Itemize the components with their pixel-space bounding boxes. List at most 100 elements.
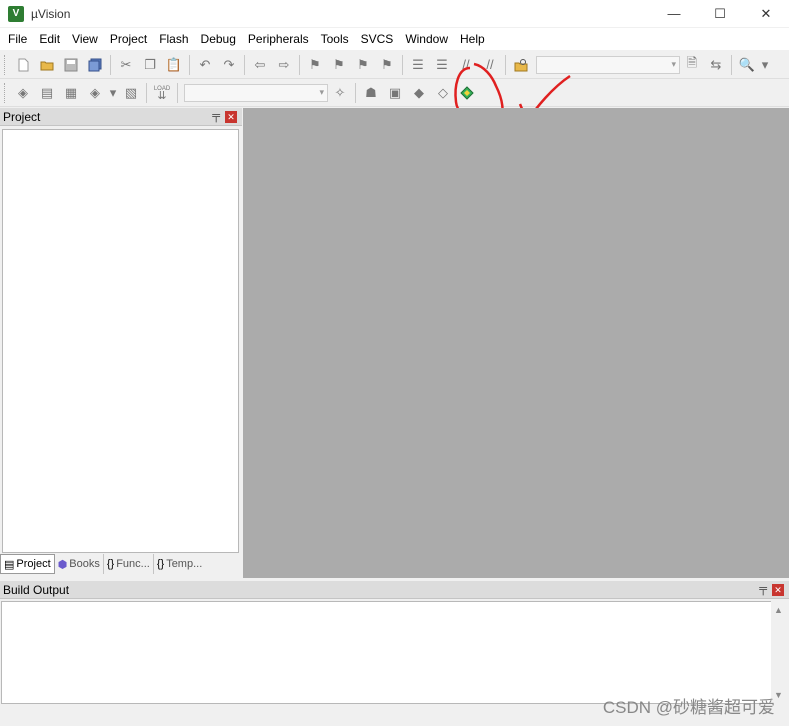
stop-build-icon[interactable]: ▧ [120,82,142,104]
project-tree[interactable] [2,129,239,553]
zoom-icon[interactable]: 🔍 [736,54,758,76]
translate-icon[interactable]: ◈ [12,82,34,104]
bookmark-icon[interactable]: ⚑ [304,54,326,76]
indent-icon[interactable]: ☰ [407,54,429,76]
build-output-text[interactable] [1,601,772,704]
find-document-icon[interactable]: 🗎 [681,54,703,76]
toolbar-separator [505,54,506,75]
comment-icon[interactable]: // [455,54,477,76]
toolbar-grip[interactable] [4,54,8,75]
build-output-pane: Build Output ╤ ✕ ▲ ▼ CSDN @砂糖酱超可爱 [0,581,789,726]
toolbar-separator [402,54,403,75]
pack-installer-icon[interactable]: ◆ [408,82,430,104]
find-in-files-icon[interactable] [510,54,532,76]
window-controls: — ☐ ✕ [651,0,789,27]
undo-icon[interactable]: ↶ [194,54,216,76]
find-replace-icon[interactable]: ⇆ [705,54,727,76]
menu-bar: File Edit View Project Flash Debug Perip… [0,28,789,50]
save-all-icon[interactable] [84,54,106,76]
nav-back-icon[interactable]: ⇦ [249,54,271,76]
toolbar-separator [299,54,300,75]
build-output-close-icon[interactable]: ✕ [772,584,784,596]
menu-file[interactable]: File [2,29,33,49]
menu-debug[interactable]: Debug [195,29,242,49]
menu-project[interactable]: Project [104,29,153,49]
cut-icon[interactable]: ✂ [115,54,137,76]
menu-edit[interactable]: Edit [33,29,66,49]
download-icon[interactable]: LOAD ⇊ [151,82,173,104]
project-pane: Project ╤ ✕ ▤ Project ⬢ Books {} Func...… [0,108,242,578]
editor-area[interactable] [243,108,789,578]
scroll-up-icon[interactable]: ▲ [774,605,783,615]
rebuild-icon[interactable]: ▦ [60,82,82,104]
chevron-down-icon: ▾ [671,59,676,69]
minimize-button[interactable]: — [651,0,697,27]
toolbar-separator [189,54,190,75]
paste-icon[interactable]: 📋 [163,54,185,76]
toolbar-separator [244,54,245,75]
chevron-down-icon: ▾ [319,87,324,97]
close-button[interactable]: ✕ [743,0,789,27]
toolbar-grip[interactable] [4,82,8,103]
templates-tab-icon: {} [156,558,165,570]
file-toolbar: ✂ ❐ 📋 ↶ ↷ ⇦ ⇨ ⚑ ⚑ ⚑ ⚑ ☰ ☰ // // ▾ 🗎 ⇆ 🔍 … [0,51,789,79]
tab-books[interactable]: ⬢ Books [55,554,104,574]
nav-forward-icon[interactable]: ⇨ [273,54,295,76]
menu-svcs[interactable]: SVCS [355,29,400,49]
tab-functions[interactable]: {} Func... [104,554,154,574]
green-diamond-icon[interactable] [456,82,478,104]
menu-flash[interactable]: Flash [153,29,194,49]
functions-tab-icon: {} [106,558,115,570]
project-tab-icon: ▤ [4,558,15,571]
pin-icon[interactable]: ╤ [759,583,767,595]
menu-help[interactable]: Help [454,29,491,49]
toolbar-separator [110,54,111,75]
window-title: µVision [31,6,71,21]
download-arrow-icon: ⇊ [157,89,167,102]
pin-icon[interactable]: ╤ [212,110,220,122]
unindent-icon[interactable]: ☰ [431,54,453,76]
batch-build-chevron-icon[interactable]: ▾ [108,82,118,104]
tab-project[interactable]: ▤ Project [0,554,55,574]
build-output-title: Build Output [3,582,70,597]
find-combo[interactable]: ▾ [536,55,680,74]
bookmark-prev-icon[interactable]: ⚑ [328,54,350,76]
menu-tools[interactable]: Tools [315,29,355,49]
zoom-dropdown-chevron-icon[interactable]: ▾ [760,54,770,76]
title-bar: V µVision — ☐ ✕ [0,0,789,27]
manage-components-icon[interactable]: ☗ [360,82,382,104]
menu-peripherals[interactable]: Peripherals [242,29,315,49]
select-packs-icon[interactable]: ▣ [384,82,406,104]
menu-view[interactable]: View [66,29,104,49]
csdn-watermark: CSDN @砂糖酱超可爱 [602,698,775,717]
toolbar-separator [177,82,178,103]
scroll-down-icon[interactable]: ▼ [774,690,783,700]
tab-label: Books [69,558,100,570]
uvision-app-icon: V [8,5,24,22]
project-pane-tabs: ▤ Project ⬢ Books {} Func... {} Temp... [0,553,242,575]
project-pane-header: Project ╤ ✕ [0,108,242,126]
toolbar-separator [731,54,732,75]
uncomment-icon[interactable]: // [479,54,501,76]
new-file-icon[interactable] [12,54,34,76]
diamond-outline-icon[interactable]: ◇ [432,82,454,104]
redo-icon[interactable]: ↷ [218,54,240,76]
books-tab-icon: ⬢ [57,558,68,571]
open-folder-icon[interactable] [36,54,58,76]
maximize-button[interactable]: ☐ [697,0,743,27]
tab-templates[interactable]: {} Temp... [154,554,205,574]
project-pane-close-icon[interactable]: ✕ [225,111,237,123]
tab-label: Project [16,558,51,570]
copy-icon[interactable]: ❐ [139,54,161,76]
menu-window[interactable]: Window [399,29,454,49]
save-icon[interactable] [60,54,82,76]
batch-build-icon[interactable]: ◈ [84,82,106,104]
bookmark-next-icon[interactable]: ⚑ [352,54,374,76]
target-options-icon[interactable]: ✧ [329,82,351,104]
bookmark-clear-icon[interactable]: ⚑ [376,54,398,76]
target-select[interactable]: ▾ [184,83,328,102]
build-output-scrollbar[interactable]: ▲ ▼ [771,601,787,704]
toolbar-separator [146,82,147,103]
build-toolbar: ◈ ▤ ▦ ◈ ▾ ▧ LOAD ⇊ ▾ ✧ ☗ ▣ ◆ ◇ [0,79,789,107]
build-icon[interactable]: ▤ [36,82,58,104]
